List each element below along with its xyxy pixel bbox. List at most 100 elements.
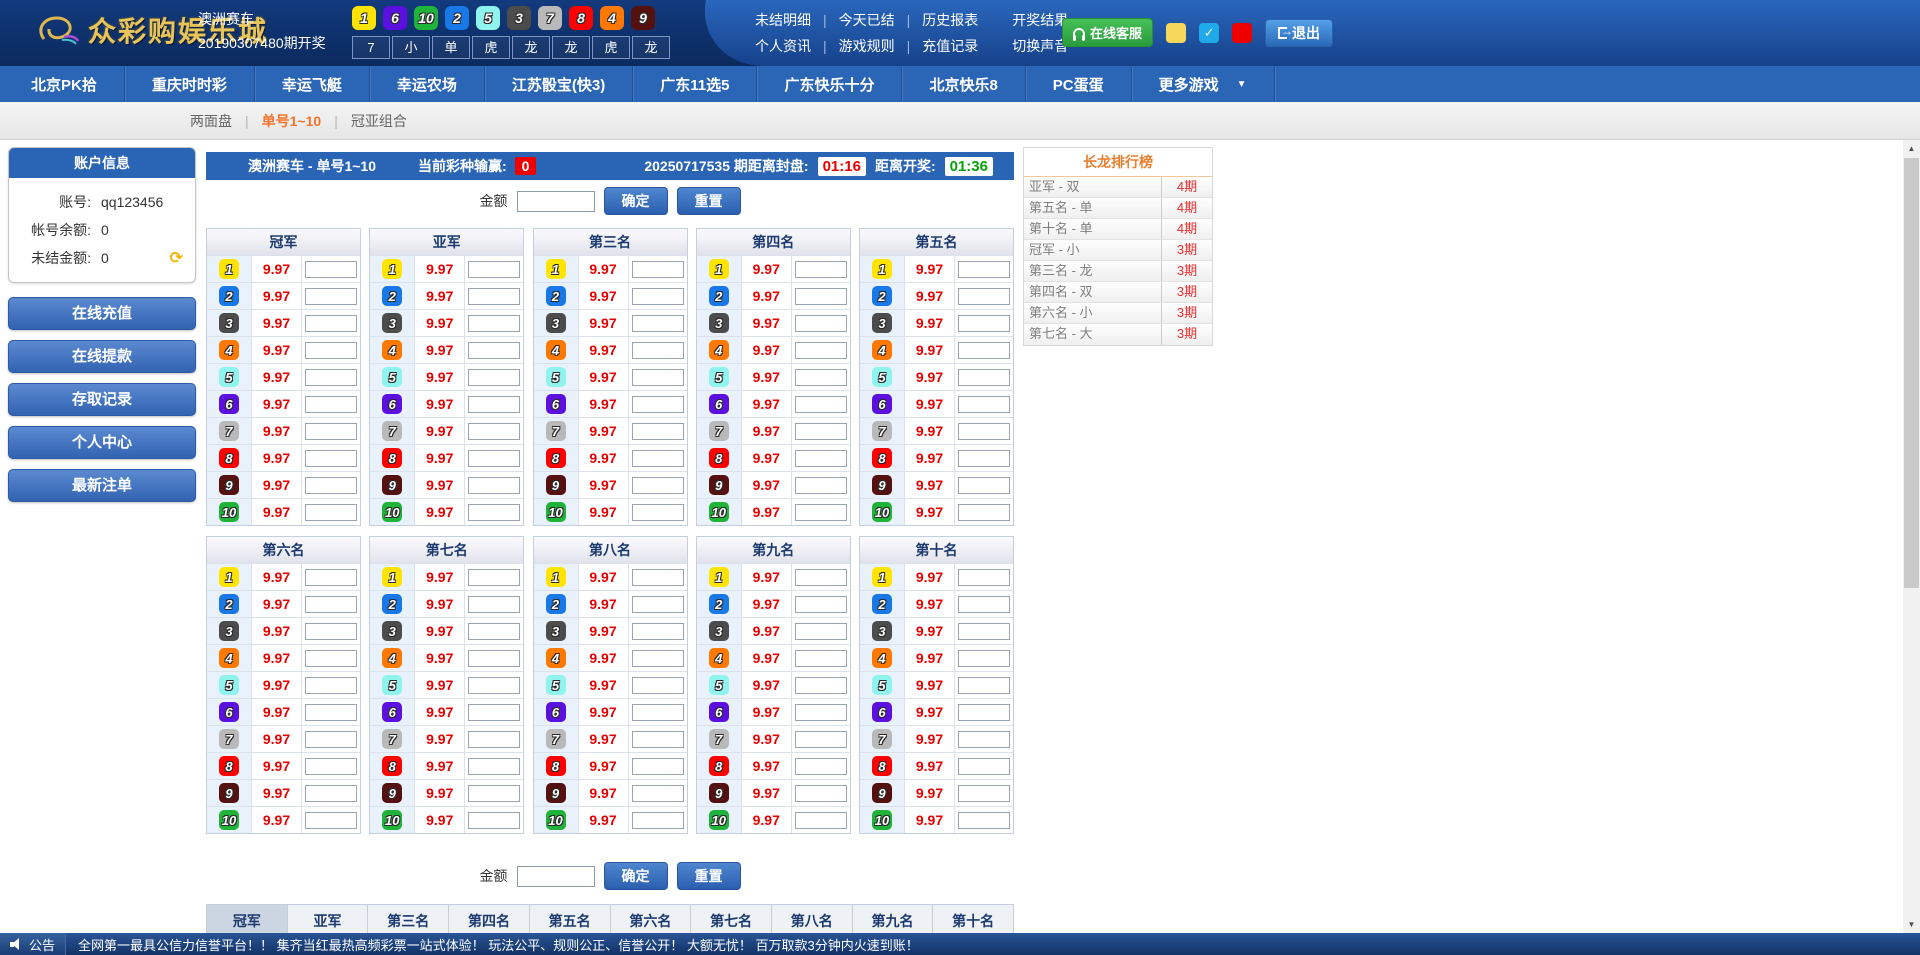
top-menu-item-r2-2[interactable]: 游戏规则 <box>839 36 895 56</box>
bet-amount-input[interactable] <box>468 703 521 721</box>
scroll-up-icon[interactable]: ▲ <box>1903 140 1920 157</box>
nav-item-1[interactable]: 北京PK拾 <box>4 66 125 102</box>
bet-amount-input[interactable] <box>958 260 1010 278</box>
bet-amount-input[interactable] <box>305 449 357 467</box>
bottom-tab-7[interactable]: 第七名 <box>691 905 772 933</box>
bet-amount-input[interactable] <box>794 341 847 359</box>
nav-item-2[interactable]: 重庆时时彩 <box>125 66 255 102</box>
sidebar-button-1[interactable]: 在线充值 <box>8 297 196 330</box>
bet-amount-input[interactable] <box>631 649 684 667</box>
bet-amount-input[interactable] <box>794 287 847 305</box>
bet-amount-input[interactable] <box>631 757 684 775</box>
nav-item-4[interactable]: 幸运农场 <box>370 66 485 102</box>
bottom-tab-2[interactable]: 亚军 <box>288 905 369 933</box>
refresh-icon[interactable]: ⟳ <box>170 248 183 268</box>
sidebar-button-2[interactable]: 在线提款 <box>8 340 196 373</box>
subnav-item-3[interactable]: 冠亚组合 <box>351 111 407 131</box>
bet-amount-input[interactable] <box>794 784 847 802</box>
bet-amount-input[interactable] <box>631 368 684 386</box>
bet-amount-input[interactable] <box>305 287 357 305</box>
subnav-item-2[interactable]: 单号1~10 <box>262 111 322 131</box>
bet-amount-input[interactable] <box>468 595 521 613</box>
bet-amount-input[interactable] <box>631 595 684 613</box>
bottom-tab-3[interactable]: 第三名 <box>368 905 450 933</box>
bet-amount-input[interactable] <box>958 784 1010 802</box>
bet-amount-input[interactable] <box>794 676 847 694</box>
bet-amount-input[interactable] <box>794 260 847 278</box>
top-menu-item-r1-1[interactable]: 未结明细 <box>755 10 811 30</box>
bet-amount-input[interactable] <box>794 503 847 521</box>
bet-amount-input[interactable] <box>958 649 1010 667</box>
nav-item-5[interactable]: 江苏骰宝(快3) <box>485 66 634 102</box>
bet-amount-input[interactable] <box>305 395 357 413</box>
bet-amount-input[interactable] <box>468 260 521 278</box>
bet-amount-input[interactable] <box>468 503 521 521</box>
bet-amount-input[interactable] <box>958 676 1010 694</box>
sidebar-button-3[interactable]: 存取记录 <box>8 383 196 416</box>
amount-input[interactable] <box>516 190 595 212</box>
nav-item-10[interactable]: 更多游戏 ▼ <box>1132 66 1275 102</box>
bet-amount-input[interactable] <box>468 730 521 748</box>
bottom-tab-10[interactable]: 第十名 <box>933 905 1013 933</box>
bet-amount-input[interactable] <box>305 622 357 640</box>
bet-amount-input[interactable] <box>468 649 521 667</box>
bet-amount-input[interactable] <box>794 395 847 413</box>
bet-amount-input[interactable] <box>631 676 684 694</box>
bet-amount-input[interactable] <box>305 757 357 775</box>
bet-amount-input[interactable] <box>468 811 521 829</box>
nav-item-3[interactable]: 幸运飞艇 <box>255 66 370 102</box>
bet-amount-input[interactable] <box>794 314 847 332</box>
bet-amount-input[interactable] <box>468 395 521 413</box>
amount-input[interactable] <box>516 865 595 887</box>
bet-amount-input[interactable] <box>794 730 847 748</box>
bet-amount-input[interactable] <box>958 395 1010 413</box>
bet-amount-input[interactable] <box>958 622 1010 640</box>
logout-button[interactable]: 退出 <box>1265 18 1334 47</box>
bet-amount-input[interactable] <box>305 476 357 494</box>
bet-amount-input[interactable] <box>794 649 847 667</box>
red-status-icon[interactable] <box>1232 22 1253 43</box>
bet-amount-input[interactable] <box>958 341 1010 359</box>
bet-amount-input[interactable] <box>305 649 357 667</box>
bet-amount-input[interactable] <box>958 503 1010 521</box>
bet-amount-input[interactable] <box>468 757 521 775</box>
top-menu-item-r2-3[interactable]: 充值记录 <box>922 36 978 56</box>
bet-amount-input[interactable] <box>631 449 684 467</box>
top-menu-item-r2-1[interactable]: 个人资讯 <box>755 36 811 56</box>
bet-amount-input[interactable] <box>794 568 847 586</box>
bet-amount-input[interactable] <box>305 595 357 613</box>
bet-amount-input[interactable] <box>958 730 1010 748</box>
bet-amount-input[interactable] <box>468 422 521 440</box>
bet-amount-input[interactable] <box>631 422 684 440</box>
bet-amount-input[interactable] <box>631 622 684 640</box>
bet-amount-input[interactable] <box>468 341 521 359</box>
bottom-tab-9[interactable]: 第九名 <box>853 905 934 933</box>
vertical-scrollbar[interactable]: ▲ ▼ <box>1903 140 1920 933</box>
bet-amount-input[interactable] <box>794 595 847 613</box>
bet-amount-input[interactable] <box>958 595 1010 613</box>
bet-amount-input[interactable] <box>468 314 521 332</box>
reset-button[interactable]: 重置 <box>676 187 741 215</box>
bet-amount-input[interactable] <box>468 676 521 694</box>
confirm-button[interactable]: 确定 <box>603 862 668 890</box>
bet-amount-input[interactable] <box>631 730 684 748</box>
bet-amount-input[interactable] <box>958 757 1010 775</box>
bet-amount-input[interactable] <box>958 811 1010 829</box>
bet-amount-input[interactable] <box>958 314 1010 332</box>
online-service-button[interactable]: 在线客服 <box>1062 18 1154 47</box>
bet-amount-input[interactable] <box>958 703 1010 721</box>
bet-amount-input[interactable] <box>958 449 1010 467</box>
confirm-button[interactable]: 确定 <box>603 187 668 215</box>
top-menu-item-r1-4[interactable]: 开奖结果 <box>1012 10 1068 30</box>
nav-item-6[interactable]: 广东11选5 <box>633 66 758 102</box>
bet-amount-input[interactable] <box>305 811 357 829</box>
bottom-tab-4[interactable]: 第四名 <box>449 905 530 933</box>
bottom-tab-6[interactable]: 第六名 <box>611 905 692 933</box>
bet-amount-input[interactable] <box>468 476 521 494</box>
bet-amount-input[interactable] <box>305 784 357 802</box>
bet-amount-input[interactable] <box>794 422 847 440</box>
bet-amount-input[interactable] <box>958 287 1010 305</box>
top-menu-item-r1-2[interactable]: 今天已结 <box>839 10 895 30</box>
bet-amount-input[interactable] <box>631 784 684 802</box>
bet-amount-input[interactable] <box>631 568 684 586</box>
